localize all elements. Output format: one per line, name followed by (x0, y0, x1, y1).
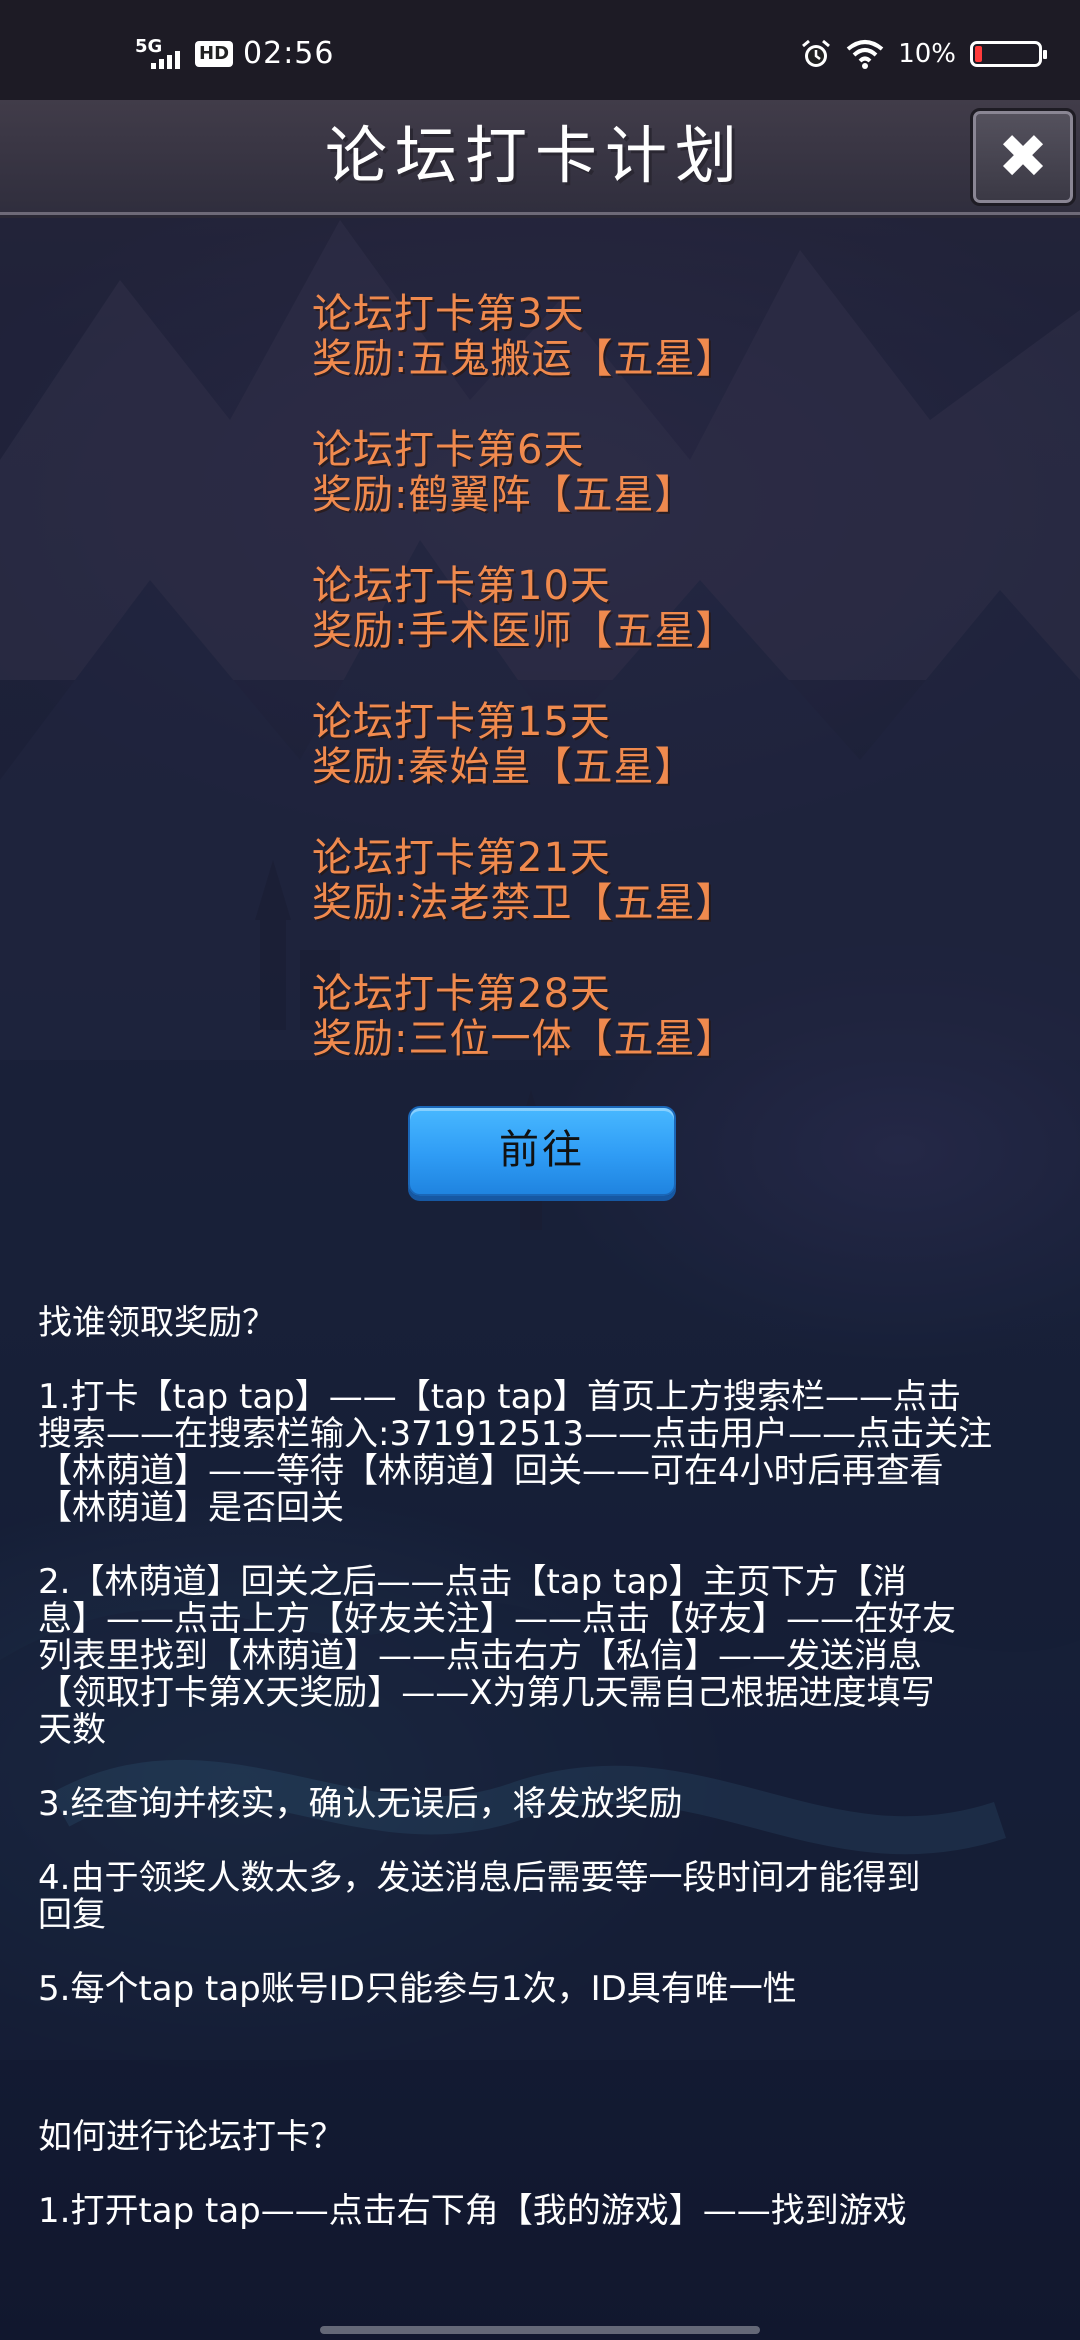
instructions-text: 找谁领取奖励？ 1.打卡【tap tap】——【tap tap】首页上方搜索栏—… (38, 1305, 1048, 2267)
reward-prize: 奖励:三位一体【五星】 (312, 1016, 737, 1062)
reward-day: 论坛打卡第28天 (312, 971, 611, 1017)
instruction-step-3: 3.经查询并核实，确认无误后，将发放奖励 (38, 1784, 683, 1824)
reward-day: 论坛打卡第10天 (312, 563, 611, 609)
instructions-heading: 找谁领取奖励？ (38, 1303, 276, 1343)
instruction-step-2: 2.【林荫道】回关之后——点击【tap tap】主页下方【消 息】——点击上方【… (38, 1562, 956, 1750)
status-bar: 5G HD 02:56 10% (0, 0, 1080, 100)
reward-item: 论坛打卡第6天 奖励:鹤翼阵【五星】 (312, 428, 1012, 518)
page-title: 论坛打卡计划 (324, 119, 745, 192)
cellular-signal-icon: 5G (135, 36, 185, 71)
reward-prize: 奖励:五鬼搬运【五星】 (312, 336, 737, 382)
battery-icon (970, 41, 1047, 67)
battery-percent: 10% (898, 39, 956, 69)
reward-item: 论坛打卡第15天 奖励:秦始皇【五星】 (312, 700, 1012, 790)
instruction-step-4: 4.由于领奖人数太多，发送消息后需要等一段时间才能得到 回复 (38, 1858, 921, 1935)
reward-prize: 奖励:秦始皇【五星】 (312, 744, 696, 790)
reward-item: 论坛打卡第10天 奖励:手术医师【五星】 (312, 564, 1012, 654)
reward-prize: 奖励:手术医师【五星】 (312, 608, 737, 654)
home-indicator[interactable] (320, 2326, 760, 2334)
reward-prize: 奖励:鹤翼阵【五星】 (312, 472, 696, 518)
reward-list: 论坛打卡第3天 奖励:五鬼搬运【五星】 论坛打卡第6天 奖励:鹤翼阵【五星】 论… (312, 292, 1012, 1108)
close-icon: ✖ (997, 122, 1049, 192)
title-bar: 论坛打卡计划 ✖ (0, 100, 1080, 215)
go-button[interactable]: 前往 (408, 1106, 676, 1196)
checkin-step-1: 1.打开tap tap——点击右下角【我的游戏】——找到游戏 (38, 2193, 907, 2230)
instruction-step-5: 5.每个tap tap账号ID只能参与1次，ID具有唯一性 (38, 1969, 797, 2009)
reward-item: 论坛打卡第3天 奖励:五鬼搬运【五星】 (312, 292, 1012, 382)
hd-badge: HD (195, 40, 234, 67)
reward-item: 论坛打卡第21天 奖励:法老禁卫【五星】 (312, 836, 1012, 926)
reward-item: 论坛打卡第28天 奖励:三位一体【五星】 (312, 972, 1012, 1062)
close-button[interactable]: ✖ (970, 108, 1076, 206)
main-content: 论坛打卡第3天 奖励:五鬼搬运【五星】 论坛打卡第6天 奖励:鹤翼阵【五星】 论… (0, 0, 1080, 2340)
alarm-clock-icon (802, 39, 831, 67)
reward-day: 论坛打卡第15天 (312, 699, 611, 745)
instruction-step-1: 1.打卡【tap tap】——【tap tap】首页上方搜索栏——点击 搜索——… (38, 1377, 993, 1528)
reward-day: 论坛打卡第3天 (312, 291, 585, 337)
reward-day: 论坛打卡第6天 (312, 427, 585, 473)
checkin-heading: 如何进行论坛打卡？ (38, 2117, 344, 2157)
reward-prize: 奖励:法老禁卫【五星】 (312, 880, 737, 926)
wifi-icon (846, 40, 884, 69)
reward-day: 论坛打卡第21天 (312, 835, 611, 881)
clock: 02:56 (243, 36, 335, 71)
